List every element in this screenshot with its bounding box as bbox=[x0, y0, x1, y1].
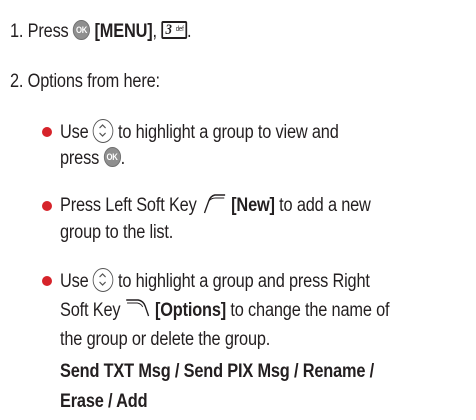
options-label: [Options] bbox=[154, 300, 227, 321]
bullet-1-use: Use bbox=[60, 122, 89, 143]
bullet-3-line-3: the group or delete the group. bbox=[60, 329, 271, 350]
bullet-3-text-2: to change the name of bbox=[230, 300, 390, 321]
ok-key-icon: OK bbox=[72, 20, 91, 40]
option-send-txt: Send TXT Msg bbox=[60, 361, 171, 382]
nav-key-icon bbox=[92, 119, 114, 143]
step-1: 1. Press OK [MENU], 3 def. bbox=[10, 20, 192, 44]
bullet-3-softkey: Soft Key bbox=[60, 300, 121, 321]
bullet-3-line-1: Use to highlight a group and press Right bbox=[60, 268, 370, 294]
bullet-1-period: . bbox=[120, 148, 126, 169]
options-list-line-2: Erase / Add bbox=[60, 390, 148, 414]
nav-key-icon bbox=[92, 268, 114, 292]
bullet-3-line-2: Soft Key [Options] to change the name of bbox=[60, 298, 390, 323]
bullet-3-text: to highlight a group and press Right bbox=[117, 271, 370, 292]
right-soft-key-icon bbox=[125, 298, 151, 320]
option-separator: / bbox=[365, 361, 375, 382]
bullet-2-dot bbox=[42, 201, 52, 211]
option-separator: / bbox=[289, 361, 303, 382]
bullet-2-prefix: Press Left Soft Key bbox=[60, 195, 197, 216]
left-soft-key-icon bbox=[201, 193, 227, 215]
step-1-comma: , bbox=[152, 21, 157, 42]
bullet-1-line-1: Use to highlight a group to view and bbox=[60, 119, 339, 145]
manual-page: 1. Press OK [MENU], 3 def. 2. Options fro… bbox=[0, 0, 476, 420]
option-separator: / bbox=[170, 361, 184, 382]
option-send-pix: Send PIX Msg bbox=[183, 361, 290, 382]
step-1-prefix: 1. Press bbox=[10, 21, 69, 42]
option-separator: / bbox=[103, 391, 117, 412]
bullet-1-text: to highlight a group to view and bbox=[117, 122, 339, 143]
option-rename: Rename bbox=[302, 361, 366, 382]
option-add: Add bbox=[116, 391, 148, 412]
bullet-1-line-2: press OK. bbox=[60, 147, 125, 171]
step-1-period: . bbox=[187, 21, 192, 42]
step-2: 2. Options from here: bbox=[10, 71, 160, 92]
options-list-line-1: Send TXT Msg / Send PIX Msg / Rename / bbox=[60, 360, 374, 384]
ok-key-icon: OK bbox=[103, 147, 121, 167]
new-label: [New] bbox=[231, 195, 275, 216]
bullet-3-dot bbox=[42, 276, 52, 286]
bullet-3-use: Use bbox=[60, 271, 89, 292]
key-3-icon: 3 def bbox=[161, 21, 188, 39]
bullet-2-line-2: group to the list. bbox=[60, 222, 174, 243]
option-erase: Erase bbox=[60, 391, 104, 412]
bullet-1-press: press bbox=[60, 148, 100, 169]
menu-label: [MENU] bbox=[94, 21, 153, 42]
bullet-2-line-1: Press Left Soft Key [New] to add a new bbox=[60, 193, 371, 218]
bullet-1-dot bbox=[42, 127, 52, 137]
bullet-2-text: to add a new bbox=[279, 195, 371, 216]
